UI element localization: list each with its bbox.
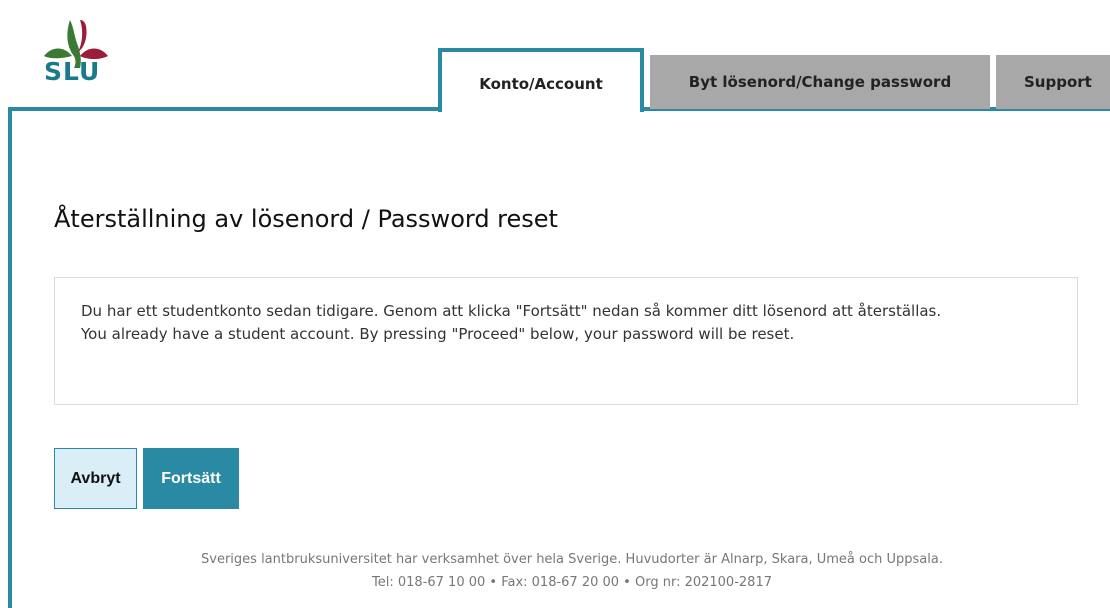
footer-line-1: Sveriges lantbruksuniversitet har verksa… — [201, 552, 943, 567]
notice-text-english: You already have a student account. By p… — [81, 325, 795, 343]
cancel-button[interactable]: Avbryt — [54, 448, 137, 509]
footer: Sveriges lantbruksuniversitet har verksa… — [0, 548, 1110, 594]
logo-text: SLU — [44, 57, 101, 86]
proceed-button[interactable]: Fortsätt — [143, 448, 239, 509]
tab-change-password[interactable]: Byt lösenord/Change password — [650, 55, 990, 109]
tab-account-label: Konto/Account — [479, 75, 603, 93]
page-title: Återställning av lösenord / Password res… — [54, 205, 558, 233]
footer-line-2: Tel: 018-67 10 00 • Fax: 018-67 20 00 • … — [372, 575, 772, 590]
tab-support-label: Support — [1024, 73, 1092, 91]
tab-change-password-label: Byt lösenord/Change password — [688, 73, 952, 91]
info-notice: Du har ett studentkonto sedan tidigare. … — [54, 277, 1078, 405]
tab-strip-line-left — [8, 107, 442, 111]
tab-account[interactable]: Konto/Account — [438, 48, 644, 112]
content-frame-border — [8, 107, 12, 608]
tab-support[interactable]: Support — [996, 55, 1110, 109]
notice-text-swedish: Du har ett studentkonto sedan tidigare. … — [81, 302, 942, 320]
